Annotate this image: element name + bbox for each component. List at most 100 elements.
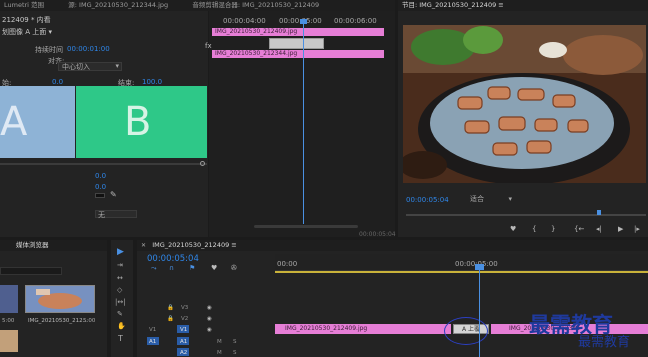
close-icon[interactable]: ✕ [137,242,146,249]
align-select-value: 中心切入 [62,63,90,71]
track-label-v3: V3 [181,305,189,311]
mark-out-icon[interactable]: } [551,225,555,233]
ruler-time-start: 00:00 [277,260,298,268]
snap-icon[interactable]: ⤳ [151,264,157,273]
media-thumb-left[interactable] [0,285,18,313]
mini-ruler-time-1: 00:00:04:00 [223,17,266,25]
preview-b-box: B [76,86,207,158]
track-eye-v2[interactable]: ◉ [207,316,212,322]
mini-footer-time: 00:00:05:04 [359,231,396,238]
track-eye-v3[interactable]: ◉ [207,305,212,311]
track-lock-v2[interactable]: 🔒 [167,316,174,322]
clip-crumb: 212409 * 内看 [2,16,51,24]
media-tab-bar: 媒体浏览器 [0,240,107,251]
ripple-edit-tool-icon[interactable]: ↔ [117,274,123,282]
effect-controls-panel: Lumetri 范围 源: IMG_20210530_212344.jpg 音频… [0,0,395,237]
fit-select-value: 适合 [470,195,484,203]
tab-audio-clip-mixer[interactable]: 音频剪辑混合器: IMG_20210530_212409 [188,0,323,11]
type-tool-icon[interactable]: T [118,334,123,343]
preview-a-box: A [0,86,75,158]
end-value[interactable]: 100.0 [142,78,162,86]
fit-select[interactable]: 适合 ▾ [470,195,516,204]
watermark-title: 最需教育 [529,312,613,337]
selection-tool-icon[interactable]: ▶ [117,247,124,257]
param-select[interactable]: 无 [95,210,137,219]
effect-name[interactable]: 划图像 A 上面 ▾ [2,27,52,37]
hand-tool-icon[interactable]: ✋ [117,322,126,330]
solo-a2[interactable]: S [233,350,237,356]
mute-a2[interactable]: M [217,350,222,356]
linked-icon[interactable]: ∩ [169,264,174,272]
param-value-2[interactable]: 0.0 [95,183,106,191]
solo-a1[interactable]: S [233,339,237,345]
program-tab-bar: 节目: IMG_20210530_212409 ≡ [398,0,648,11]
step-forward-icon[interactable]: |▸ [634,225,640,233]
source-patch-a1-label: A1 [149,339,157,345]
mini-transition[interactable] [269,38,324,49]
pen-tool-icon[interactable]: ✎ [117,310,123,318]
mini-ruler-time-3: 00:00:06:00 [334,17,377,25]
color-swatch[interactable] [95,193,105,198]
tab-lumetri-scopes[interactable]: Lumetri 范围 [0,0,48,11]
param-value-1[interactable]: 0.0 [95,172,106,180]
top-tab-bar: Lumetri 范围 源: IMG_20210530_212344.jpg 音频… [0,0,395,11]
tools-panel: ▶ ⇥ ↔ ◇ |↔| ✎ ✋ T [111,240,133,357]
source-patch-v1[interactable]: V1 [149,327,156,333]
mini-clip-bottom[interactable]: IMG_20210530_212344.jpg [212,50,384,58]
program-frame-image [403,25,646,183]
track-lock-v3[interactable]: 🔒 [167,305,174,311]
track-label-a2: A2 [180,350,188,356]
chevron-down-icon: ▾ [115,62,119,70]
duration-value[interactable]: 00:00:01:00 [67,45,110,53]
program-video-frame [403,25,646,183]
step-back-icon[interactable]: ◂| [596,225,602,233]
mark-in-icon[interactable]: { [532,225,536,233]
mini-timeline-panel: 00:00:04:00 00:00:05:00 00:00:06:00 fx I… [205,11,396,238]
tab-media-browser[interactable]: 媒体浏览器 [12,240,53,251]
media-thumb-bottom[interactable] [0,330,18,352]
media-thumb-main[interactable] [25,285,95,313]
tab-source[interactable]: 源: IMG_20210530_212344.jpg [64,0,172,11]
track-eye-v1[interactable]: ◉ [207,327,212,333]
mini-playhead[interactable] [303,19,304,224]
media-search[interactable] [0,267,62,275]
media-left-duration: 5:00 [2,318,15,324]
track-label-v2: V2 [181,316,189,322]
program-scrub-handle[interactable] [597,210,601,215]
sequence-playhead[interactable] [479,264,480,357]
sequence-tab-bar: ✕ IMG_20210530_212409 ≡ [137,240,648,251]
program-scrub-track[interactable] [406,214,646,216]
go-to-in-icon[interactable]: {← [574,225,584,233]
preview-b-letter: B [124,99,152,145]
work-area-bar[interactable] [275,271,648,273]
v1-clip-left[interactable]: IMG_20210530_212409.jpg [275,324,451,334]
app-root: Lumetri 范围 源: IMG_20210530_212344.jpg 音频… [0,0,648,357]
mute-a1[interactable]: M [217,339,222,345]
start-slider[interactable] [0,163,207,165]
sequence-timecode[interactable]: 00:00:05:04 [147,254,199,264]
start-value[interactable]: 0.0 [52,78,63,86]
preview-a-letter: A [0,99,28,145]
mini-playhead-head[interactable] [300,19,307,24]
media-thumb-image [26,286,94,312]
play-icon[interactable]: ▶ [618,225,623,233]
program-monitor-panel: 节目: IMG_20210530_212409 ≡ 00:00:05:04 适合… [398,0,648,237]
program-timecode[interactable]: 00:00:05:04 [406,196,449,204]
razor-tool-icon[interactable]: ◇ [117,286,122,294]
keyframe-icon[interactable]: ♥ [211,264,217,272]
align-select[interactable]: 中心切入 ▾ [58,62,122,71]
mini-clip-top[interactable]: IMG_20210530_212409.jpg [212,28,384,36]
media-item-duration: 5:00 [83,318,96,324]
slip-tool-icon[interactable]: |↔| [115,298,126,306]
eyedropper-icon[interactable]: ✎ [110,190,117,199]
tab-sequence[interactable]: IMG_20210530_212409 ≡ [148,240,240,251]
wrench-icon[interactable]: ✇ [231,264,237,272]
track-label-a1: A1 [180,339,188,345]
sequence-playhead-head[interactable] [475,264,484,270]
mini-scroll-track[interactable] [254,225,358,228]
marker-add-icon[interactable]: ⚑ [189,264,195,272]
track-select-tool-icon[interactable]: ⇥ [117,261,123,269]
tab-program[interactable]: 节目: IMG_20210530_212409 ≡ [398,0,508,11]
slider-handle[interactable] [200,161,205,166]
marker-icon[interactable]: ♥ [510,225,516,233]
